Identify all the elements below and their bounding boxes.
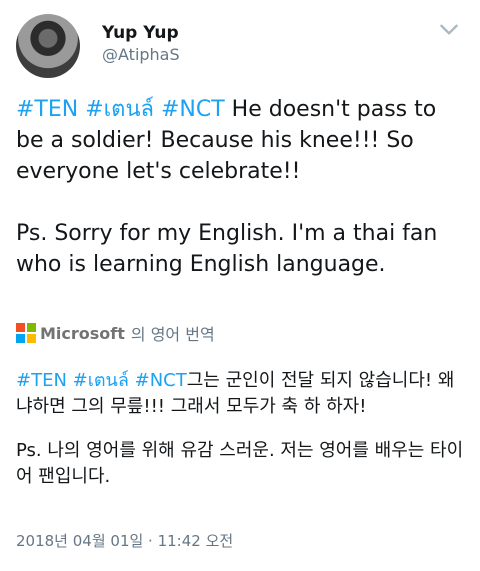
tweet-paragraph-ps: Ps. Sorry for my English. I'm a thai fan… xyxy=(16,221,438,277)
translation-paragraph: #TEN #เตนล์ #NCT그는 군인이 전달 되지 않습니다! 왜냐하면 … xyxy=(16,368,468,420)
tweet-timestamp[interactable]: 2018년 04월 01일 · 11:42 오전 xyxy=(16,531,233,551)
user-handle[interactable]: @AtiphaS xyxy=(102,44,180,66)
translator-brand: Microsoft xyxy=(40,323,125,343)
tweet-header: Yup Yup @AtiphaS xyxy=(16,14,464,82)
tweet-paragraph: #TEN #เตนล์ #NCT He doesn't pass to be a… xyxy=(16,94,468,187)
display-name[interactable]: Yup Yup xyxy=(102,22,180,44)
translation-label: 의 영어 번역 xyxy=(130,325,215,344)
avatar[interactable] xyxy=(16,14,80,78)
translation-attribution[interactable]: Microsoft 의 영어 번역 xyxy=(16,321,215,345)
hashtag-links[interactable]: #TEN #เตนล์ #NCT xyxy=(16,97,225,122)
chevron-down-icon[interactable] xyxy=(436,16,462,42)
microsoft-logo-icon xyxy=(16,323,36,343)
author-info[interactable]: Yup Yup @AtiphaS xyxy=(102,22,180,66)
tweet-text: #TEN #เตนล์ #NCT He doesn't pass to be a… xyxy=(16,94,468,280)
translated-text: #TEN #เตนล์ #NCT그는 군인이 전달 되지 않습니다! 왜냐하면 … xyxy=(16,368,468,490)
translated-hashtags[interactable]: #TEN #เตนล์ #NCT xyxy=(16,370,187,391)
translation-paragraph-ps: Ps. 나의 영어를 위해 유감 스러운. 저는 영어를 배우는 타이어 팬입니… xyxy=(16,440,464,487)
